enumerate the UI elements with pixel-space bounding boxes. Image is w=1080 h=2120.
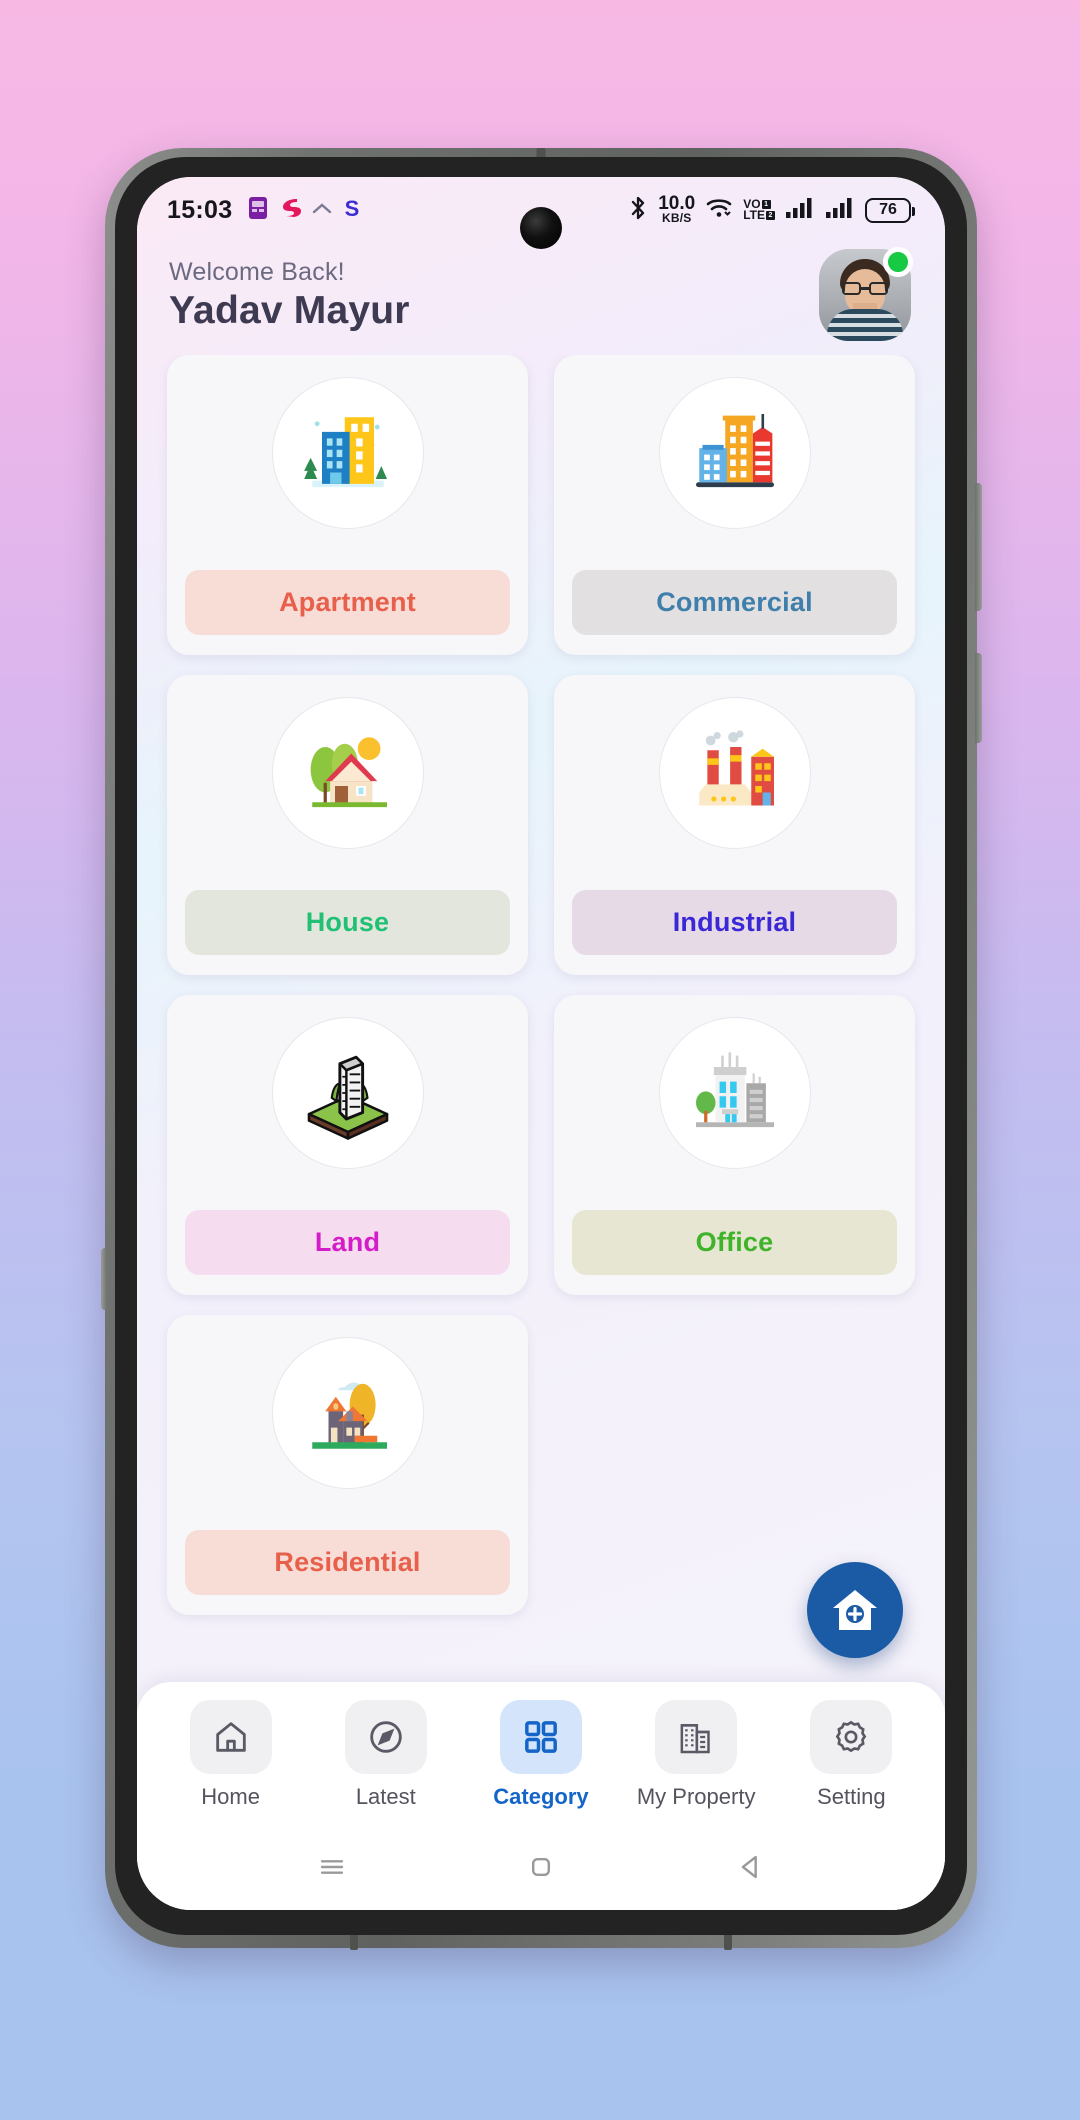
bluetooth-icon	[628, 195, 648, 226]
app-s-blue-icon: S	[343, 196, 361, 225]
app-header: Welcome Back! Yadav Mayur	[137, 243, 945, 355]
volume-button[interactable]	[975, 483, 982, 611]
recents-menu-icon[interactable]	[302, 1844, 362, 1890]
category-label-office: Office	[572, 1210, 897, 1275]
house-with-trees-icon	[271, 697, 424, 849]
category-grid: Apartment Commercial House Industrial La…	[137, 355, 945, 1615]
phone-frame: 15:03 S 10.0 KB/S VO 1 LTE 2 76 Welcome …	[101, 148, 982, 1950]
factory-icon	[658, 697, 811, 849]
add-property-button[interactable]	[807, 1562, 903, 1658]
volte-icon: VO 1 LTE 2	[743, 197, 775, 222]
status-system-icons: 10.0 KB/S VO 1 LTE 2 76	[628, 194, 915, 226]
building-icon	[655, 1700, 738, 1774]
nav-label-category: Category	[493, 1784, 589, 1809]
commercial-buildings-icon	[658, 377, 811, 529]
gear-icon	[810, 1700, 893, 1774]
svg-text:S: S	[345, 196, 360, 220]
app-s-red-icon	[279, 196, 302, 225]
category-scroll-area[interactable]: Apartment Commercial House Industrial La…	[137, 355, 945, 1682]
compass-icon	[344, 1700, 427, 1774]
phone-bezel: 15:03 S 10.0 KB/S VO 1 LTE 2 76 Welcome …	[115, 157, 967, 1935]
nav-item-latest[interactable]: Latest	[312, 1700, 460, 1810]
network-speed-indicator: 10.0 KB/S	[658, 194, 695, 226]
house-plus-icon	[833, 1590, 877, 1630]
nav-item-category[interactable]: Category	[467, 1700, 615, 1810]
avatar[interactable]	[819, 247, 913, 341]
nav-label-setting: Setting	[817, 1784, 886, 1809]
category-card-office[interactable]: Office	[554, 995, 915, 1295]
status-notification-icons: S	[248, 196, 361, 225]
power-button[interactable]	[975, 653, 982, 743]
network-speed-unit: KB/S	[661, 211, 692, 226]
online-status-dot	[883, 247, 913, 277]
nav-item-home[interactable]: Home	[157, 1700, 305, 1810]
category-label-commercial: Commercial	[572, 570, 897, 635]
left-side-button[interactable]	[101, 1248, 107, 1310]
chevron-up-icon	[312, 201, 332, 220]
nav-item-setting[interactable]: Setting	[777, 1700, 925, 1810]
nav-label-my-property: My Property	[636, 1784, 756, 1809]
category-card-apartment[interactable]: Apartment	[167, 355, 528, 655]
grid-icon	[499, 1700, 582, 1774]
phone-screen: 15:03 S 10.0 KB/S VO 1 LTE 2 76 Welcome …	[137, 177, 945, 1910]
android-system-nav	[137, 1824, 945, 1910]
signal-bars-sim2-icon	[825, 196, 855, 225]
land-plot-tower-icon	[271, 1017, 424, 1169]
nav-item-my-property[interactable]: My Property	[622, 1700, 770, 1810]
battery-indicator: 76	[865, 197, 915, 223]
user-name: Yadav Mayur	[169, 288, 410, 332]
volte-label-bottom: LTE	[743, 208, 765, 222]
nav-label-latest: Latest	[355, 1784, 416, 1809]
category-label-house: House	[185, 890, 510, 955]
category-label-apartment: Apartment	[185, 570, 510, 635]
category-label-industrial: Industrial	[572, 890, 897, 955]
category-card-industrial[interactable]: Industrial	[554, 675, 915, 975]
category-label-land: Land	[185, 1210, 510, 1275]
apartment-buildings-icon	[271, 377, 424, 529]
camera-punch-hole	[520, 207, 562, 249]
sim-card-icon	[248, 196, 268, 225]
sim2-badge: 2	[766, 211, 775, 221]
residential-house-icon	[271, 1337, 424, 1489]
bottom-navigation: Home Latest Category My Property Setting	[137, 1682, 945, 1824]
greeting-block: Welcome Back! Yadav Mayur	[169, 258, 410, 333]
category-card-commercial[interactable]: Commercial	[554, 355, 915, 655]
category-card-residential[interactable]: Residential	[167, 1315, 528, 1615]
wifi-icon	[705, 196, 733, 225]
welcome-text: Welcome Back!	[169, 257, 345, 286]
back-triangle-icon[interactable]	[720, 1844, 780, 1890]
signal-bars-sim1-icon	[785, 196, 815, 225]
category-card-house[interactable]: House	[167, 675, 528, 975]
category-label-residential: Residential	[185, 1530, 510, 1595]
home-square-icon[interactable]	[511, 1844, 571, 1890]
nav-label-home: Home	[201, 1784, 260, 1809]
office-building-icon	[658, 1017, 811, 1169]
home-icon	[189, 1700, 272, 1774]
category-card-land[interactable]: Land	[167, 995, 528, 1295]
status-time: 15:03	[167, 195, 233, 224]
